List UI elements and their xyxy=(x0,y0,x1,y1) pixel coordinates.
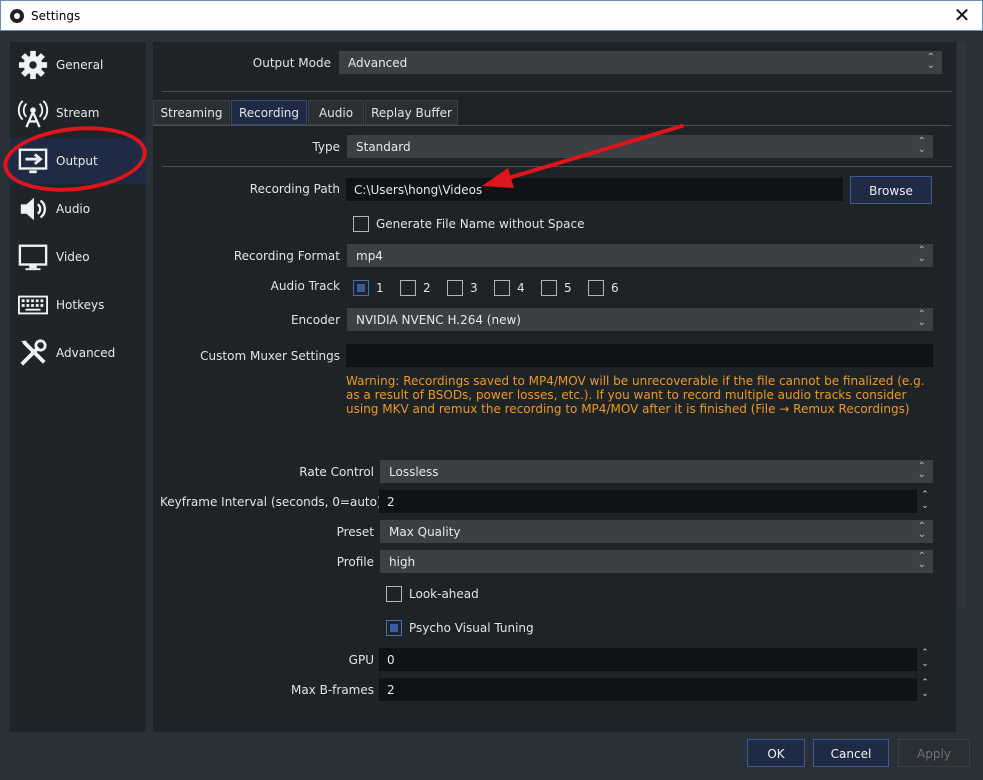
psycho-visual-tuning-label: Psycho Visual Tuning xyxy=(409,621,534,635)
vertical-scrollbar[interactable] xyxy=(958,42,966,607)
profile-select[interactable]: high ⌃ ⌄ xyxy=(380,550,933,573)
audio-track-label: Audio Track xyxy=(270,279,340,293)
sidebar-item-general[interactable]: General xyxy=(10,42,146,88)
encoder-value: NVIDIA NVENC H.264 (new) xyxy=(356,313,521,327)
encoder-select[interactable]: NVIDIA NVENC H.264 (new) ⌃ ⌄ xyxy=(347,308,933,331)
updown-arrow-icon: ⌃ ⌄ xyxy=(917,136,926,155)
updown-arrow-icon: ⌃ ⌄ xyxy=(917,461,926,480)
recording-format-value: mp4 xyxy=(356,249,383,263)
recording-format-select[interactable]: mp4 ⌃ ⌄ xyxy=(347,244,933,267)
recording-format-label: Recording Format xyxy=(233,249,340,263)
generate-filename-checkbox[interactable] xyxy=(353,216,369,232)
sidebar-item-hotkeys[interactable]: Hotkeys xyxy=(10,282,146,328)
keyframe-interval-label: Keyframe Interval (seconds, 0=auto) xyxy=(160,495,382,509)
profile-value: high xyxy=(389,555,416,569)
encoder-label: Encoder xyxy=(290,313,340,327)
rate-control-label: Rate Control xyxy=(299,465,374,479)
audio-track-3-label: 3 xyxy=(470,281,478,295)
audio-track-6-label: 6 xyxy=(611,281,619,295)
updown-arrow-icon: ⌃ ⌄ xyxy=(917,245,926,264)
browse-button[interactable]: Browse xyxy=(850,176,932,204)
output-mode-label: Output Mode xyxy=(252,56,331,70)
output-mode-select[interactable]: Advanced ⌃ ⌄ xyxy=(339,51,942,74)
tab-streaming[interactable]: Streaming xyxy=(153,100,230,125)
keyframe-interval-input[interactable]: 2 xyxy=(379,490,917,513)
keyboard-icon xyxy=(18,295,48,315)
tools-icon xyxy=(20,339,47,366)
rate-control-select[interactable]: Lossless ⌃ ⌄ xyxy=(380,460,933,483)
cancel-button[interactable]: Cancel xyxy=(813,739,889,767)
audio-track-3-checkbox[interactable] xyxy=(447,280,463,296)
preset-label: Preset xyxy=(336,525,374,539)
type-label: Type xyxy=(312,140,340,154)
updown-arrow-icon: ⌃ ⌄ xyxy=(917,521,926,540)
close-icon[interactable]: ✕ xyxy=(950,4,974,28)
tab-replay-buffer[interactable]: Replay Buffer xyxy=(365,100,458,125)
tab-recording[interactable]: Recording xyxy=(231,100,307,125)
monitor-icon xyxy=(18,244,48,271)
psycho-visual-tuning-checkbox[interactable] xyxy=(386,620,402,636)
recording-path-label: Recording Path xyxy=(249,182,340,196)
keyframe-spin-buttons[interactable]: ⌃ ⌄ xyxy=(917,490,933,513)
sidebar-item-label: General xyxy=(56,58,104,72)
audio-track-5-label: 5 xyxy=(564,281,572,295)
updown-arrow-icon: ⌃ ⌄ xyxy=(917,309,926,328)
obs-icon xyxy=(10,9,24,23)
look-ahead-label: Look-ahead xyxy=(409,587,479,601)
sidebar-item-label: Hotkeys xyxy=(56,298,105,312)
preset-select[interactable]: Max Quality ⌃ ⌄ xyxy=(380,520,933,543)
apply-button[interactable]: Apply xyxy=(898,739,970,767)
custom-muxer-label: Custom Muxer Settings xyxy=(200,349,340,363)
output-mode-value: Advanced xyxy=(348,56,408,70)
audio-track-4-checkbox[interactable] xyxy=(494,280,510,296)
audio-track-5-checkbox[interactable] xyxy=(541,280,557,296)
window-title: Settings xyxy=(31,9,81,23)
mp4-warning-text: Warning: Recordings saved to MP4/MOV wil… xyxy=(346,374,925,416)
sidebar-item-audio[interactable]: Audio xyxy=(10,186,146,232)
sidebar-item-label: Audio xyxy=(56,202,91,216)
type-value: Standard xyxy=(356,140,411,154)
ok-button[interactable]: OK xyxy=(747,739,805,767)
custom-muxer-input[interactable] xyxy=(346,344,933,367)
sidebar-item-advanced[interactable]: Advanced xyxy=(10,330,146,376)
rate-control-value: Lossless xyxy=(389,465,439,479)
audio-track-2-label: 2 xyxy=(423,281,431,295)
gear-icon xyxy=(18,50,48,80)
sidebar-item-label: Stream xyxy=(56,106,100,120)
audio-track-1-checkbox[interactable] xyxy=(353,280,369,296)
gpu-label: GPU xyxy=(348,653,374,667)
audio-track-2-checkbox[interactable] xyxy=(400,280,416,296)
preset-value: Max Quality xyxy=(389,525,461,539)
gpu-input[interactable]: 0 xyxy=(379,648,917,671)
updown-arrow-icon: ⌃ ⌄ xyxy=(917,551,926,570)
title-bar: Settings ✕ xyxy=(0,0,983,31)
look-ahead-checkbox[interactable] xyxy=(386,586,402,602)
sidebar-item-video[interactable]: Video xyxy=(10,234,146,280)
antenna-icon xyxy=(17,100,49,128)
sidebar-item-label: Advanced xyxy=(56,346,116,360)
divider xyxy=(162,91,952,92)
red-arrow-annotation xyxy=(482,124,684,188)
generate-filename-label: Generate File Name without Space xyxy=(376,217,585,231)
profile-label: Profile xyxy=(336,555,374,569)
audio-track-6-checkbox[interactable] xyxy=(588,280,604,296)
sidebar-item-label: Video xyxy=(56,250,90,264)
updown-arrow-icon: ⌃ ⌄ xyxy=(926,52,935,71)
speaker-icon xyxy=(20,197,47,221)
max-bframes-input[interactable]: 2 xyxy=(379,678,917,701)
max-bframes-label: Max B-frames xyxy=(290,683,374,697)
tab-audio[interactable]: Audio xyxy=(308,100,364,125)
gpu-spin-buttons[interactable]: ⌃ ⌄ xyxy=(917,648,933,671)
audio-track-1-label: 1 xyxy=(376,281,384,295)
audio-track-4-label: 4 xyxy=(517,281,525,295)
bframes-spin-buttons[interactable]: ⌃ ⌄ xyxy=(917,678,933,701)
